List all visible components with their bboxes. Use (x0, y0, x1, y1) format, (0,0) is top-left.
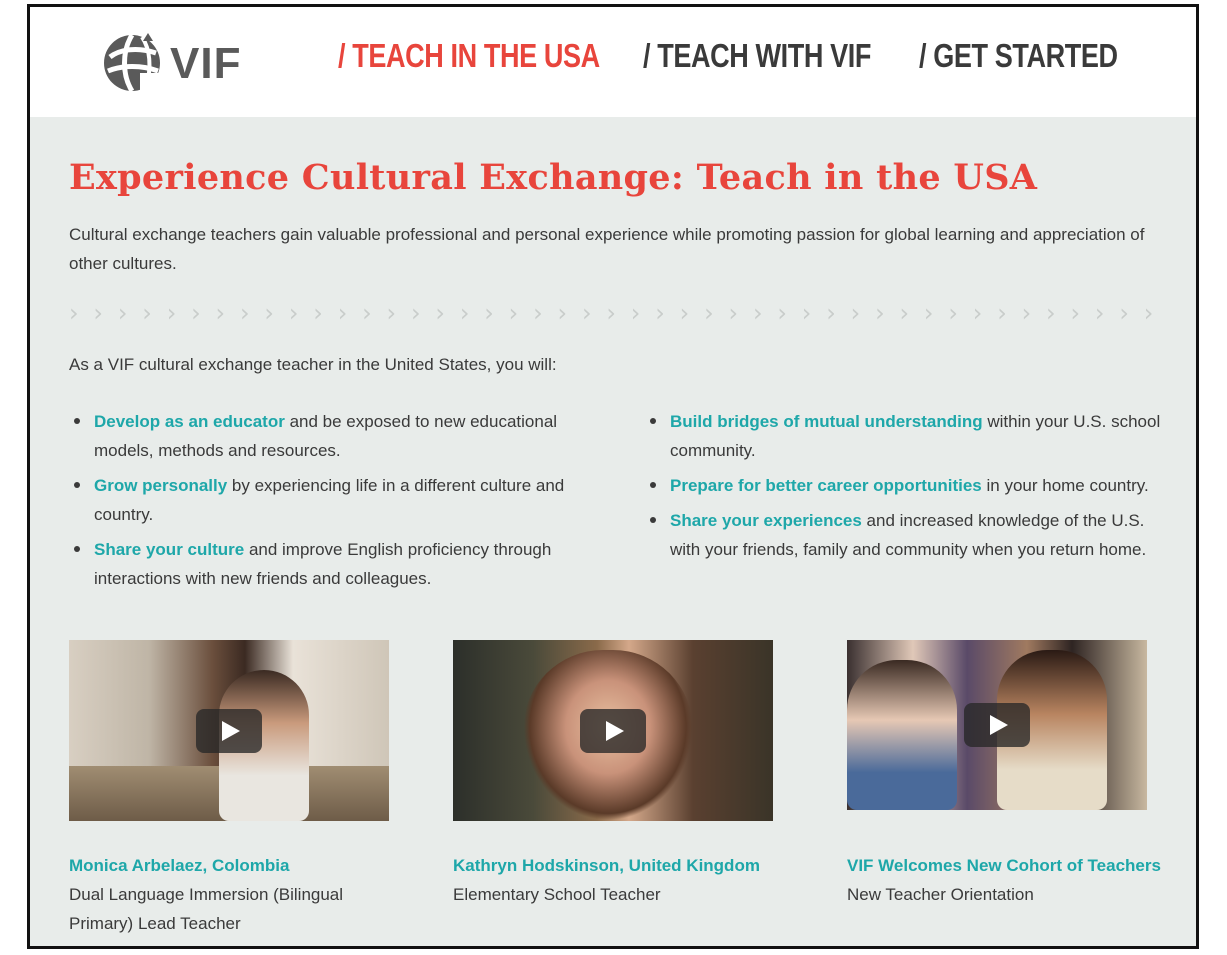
benefits-list-left: Develop as an educator and be exposed to… (69, 407, 589, 599)
nav-get-started[interactable]: / GET STARTED (919, 37, 1118, 75)
list-item: Prepare for better career opportunities … (645, 471, 1165, 500)
benefits-list-right: Build bridges of mutual understanding wi… (645, 407, 1165, 570)
benefit-link[interactable]: Grow personally (94, 476, 227, 495)
video-title-link[interactable]: VIF Welcomes New Cohort of Teachers (847, 851, 1167, 880)
video-subtitle: Dual Language Immersion (Bilingual Prima… (69, 885, 344, 933)
video-title-link[interactable]: Kathryn Hodskinson, United Kingdom (453, 851, 773, 880)
benefit-link[interactable]: Share your culture (94, 540, 244, 559)
play-button[interactable] (580, 708, 646, 753)
video-subtitle: Elementary School Teacher (453, 885, 661, 904)
video-subtitle: New Teacher Orientation (847, 885, 1034, 904)
globe-icon (104, 33, 162, 93)
video-title-link[interactable]: Monica Arbelaez, Colombia (69, 851, 389, 880)
video-card: Kathryn Hodskinson, United Kingdom Eleme… (453, 640, 773, 909)
page-title: Experience Cultural Exchange: Teach in t… (69, 157, 1038, 198)
benefit-link[interactable]: Share your experiences (670, 511, 862, 530)
vif-logo[interactable]: VIF (98, 27, 248, 97)
video-thumbnail[interactable] (69, 640, 389, 821)
list-item: Build bridges of mutual understanding wi… (645, 407, 1165, 465)
main-nav: / TEACH IN THE USA / TEACH WITH VIF / GE… (338, 37, 1161, 75)
video-thumbnail[interactable] (847, 640, 1147, 810)
intro-paragraph: Cultural exchange teachers gain valuable… (69, 225, 1145, 273)
list-item: Develop as an educator and be exposed to… (69, 407, 589, 465)
video-card: Monica Arbelaez, Colombia Dual Language … (69, 640, 389, 938)
logo-wordmark: VIF (170, 39, 242, 88)
benefits-lead: As a VIF cultural exchange teacher in th… (69, 355, 557, 374)
list-item: Grow personally by experiencing life in … (69, 471, 589, 529)
nav-teach-with-vif[interactable]: / TEACH WITH VIF (643, 37, 871, 75)
list-item: Share your culture and improve English p… (69, 535, 589, 593)
benefit-text: in your home country. (981, 476, 1149, 495)
page-frame: VIF / TEACH IN THE USA / TEACH WITH VIF … (27, 4, 1199, 949)
benefit-link[interactable]: Build bridges of mutual understanding (670, 412, 983, 431)
chevron-divider: › › › › › › › › › › › › › › › › › › › › … (69, 299, 1159, 327)
play-button[interactable] (196, 708, 262, 753)
site-header: VIF / TEACH IN THE USA / TEACH WITH VIF … (30, 7, 1196, 117)
list-item: Share your experiences and increased kno… (645, 506, 1165, 564)
video-thumbnail[interactable] (453, 640, 773, 821)
video-card: VIF Welcomes New Cohort of Teachers New … (847, 640, 1167, 909)
benefit-link[interactable]: Develop as an educator (94, 412, 285, 431)
benefit-link[interactable]: Prepare for better career opportunities (670, 476, 982, 495)
person-figure (847, 660, 957, 810)
nav-teach-in-the-usa[interactable]: / TEACH IN THE USA (338, 37, 600, 75)
play-button[interactable] (964, 703, 1030, 747)
